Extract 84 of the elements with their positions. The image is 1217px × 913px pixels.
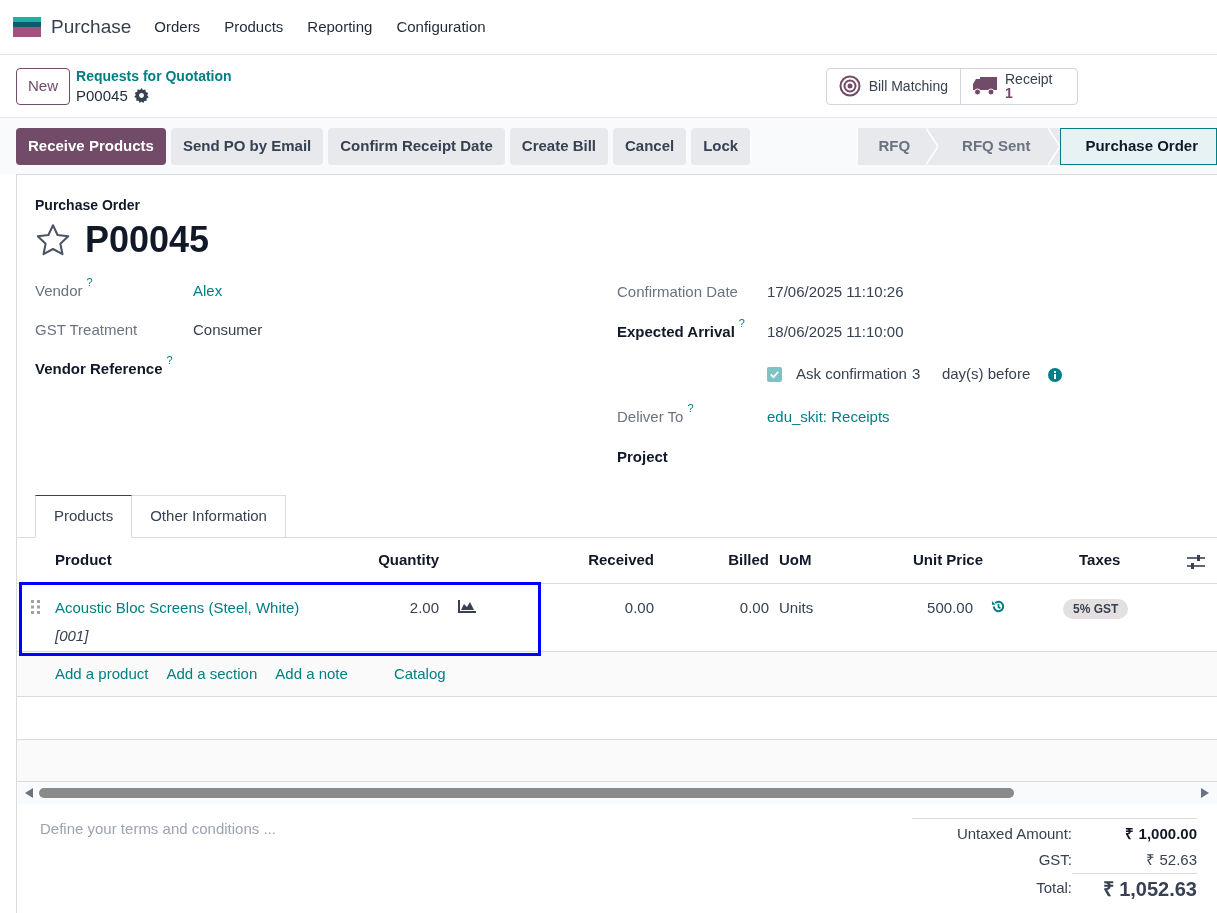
menu-item[interactable]: Reporting bbox=[307, 15, 373, 39]
total-value: ₹ 52.63 bbox=[1145, 849, 1197, 870]
status-step[interactable]: RFQ Sent bbox=[938, 127, 1049, 165]
sliders-icon bbox=[1187, 554, 1205, 570]
field-label: Vendor bbox=[35, 281, 83, 302]
field-value: 18/06/2025 11:10:00 bbox=[767, 321, 904, 342]
field-value: day(s) before bbox=[941, 364, 1031, 385]
breadcrumb-link[interactable]: Requests for Quotation bbox=[76, 67, 232, 86]
check-icon bbox=[769, 369, 780, 380]
action-button[interactable]: Cancel bbox=[613, 127, 687, 165]
smart-button[interactable]: Receipt 1 bbox=[960, 68, 1077, 104]
area-chart-icon bbox=[458, 600, 476, 613]
chevron-icon bbox=[926, 127, 939, 165]
checkbox-label: Ask confirmation bbox=[796, 364, 907, 385]
help-tooltip-icon[interactable]: ? bbox=[738, 317, 745, 329]
vendor-link[interactable]: Alex bbox=[193, 280, 223, 303]
tab[interactable]: Products bbox=[35, 495, 133, 538]
star-icon[interactable] bbox=[35, 223, 71, 257]
info-icon bbox=[1048, 367, 1063, 382]
scroll-left-icon[interactable] bbox=[25, 788, 33, 798]
column-header[interactable]: Billed bbox=[654, 549, 769, 572]
field-label: Project bbox=[617, 446, 668, 467]
scrollbar-thumb[interactable] bbox=[39, 788, 1014, 798]
form-subtitle: Purchase Order bbox=[35, 196, 142, 215]
record-name: P00045 bbox=[76, 86, 128, 105]
tab[interactable]: Other Information bbox=[132, 495, 286, 538]
truck-icon bbox=[973, 76, 997, 96]
help-tooltip-icon[interactable]: ? bbox=[86, 277, 93, 289]
column-header[interactable]: Quantity bbox=[227, 549, 439, 572]
help-tooltip-icon[interactable]: ? bbox=[166, 355, 173, 367]
action-button[interactable]: Create Bill bbox=[509, 127, 608, 165]
field-value: 3 bbox=[911, 364, 922, 385]
reset-arrow-icon bbox=[991, 599, 1006, 614]
drag-handle-icon bbox=[31, 600, 40, 614]
smart-button[interactable]: Bill Matching bbox=[826, 68, 960, 104]
field-value: Consumer bbox=[193, 320, 263, 341]
checkbox[interactable] bbox=[767, 367, 782, 382]
action-button[interactable]: Receive Products bbox=[16, 127, 166, 165]
status-step[interactable]: RFQ bbox=[858, 127, 927, 165]
total-label: GST: bbox=[1037, 849, 1072, 870]
menu-item[interactable]: Orders bbox=[154, 15, 201, 39]
field-label: Vendor Reference bbox=[35, 359, 163, 380]
status-step[interactable]: Purchase Order bbox=[1060, 127, 1217, 165]
action-button[interactable]: Lock bbox=[691, 127, 751, 165]
table-cell-text: 2.00 bbox=[408, 598, 439, 618]
field-value: 17/06/2025 11:10:26 bbox=[767, 281, 904, 302]
field-label: Deliver To bbox=[617, 406, 684, 427]
product-code: [001] bbox=[55, 625, 90, 646]
product-link[interactable]: Acoustic Bloc Screens (Steel, White) bbox=[55, 597, 337, 620]
field-label: Confirmation Date bbox=[617, 281, 738, 302]
column-header[interactable]: Unit Price bbox=[869, 549, 983, 572]
tax-tag[interactable]: 5% GST bbox=[1063, 599, 1129, 619]
help-tooltip-icon[interactable]: ? bbox=[687, 402, 694, 414]
total-value: ₹ 1,000.00 bbox=[1124, 823, 1197, 844]
field-label: GST Treatment bbox=[35, 320, 138, 341]
add-link[interactable]: Add a product bbox=[55, 662, 149, 686]
column-header[interactable]: Taxes bbox=[983, 549, 1133, 572]
total-value: ₹ 1,052.63 bbox=[1072, 872, 1197, 904]
chevron-icon bbox=[1048, 127, 1061, 165]
menu-item[interactable]: Products bbox=[224, 15, 284, 39]
table-cell-text: 0.00 bbox=[738, 598, 769, 618]
app-name[interactable]: Purchase bbox=[51, 12, 132, 42]
app-logo-icon bbox=[13, 17, 41, 37]
total-label: Total: bbox=[1035, 877, 1072, 898]
location-link[interactable]: edu_skit: Receipts bbox=[767, 405, 890, 429]
target-icon bbox=[838, 75, 861, 97]
action-button[interactable]: Send PO by Email bbox=[170, 127, 324, 165]
scroll-right-icon[interactable] bbox=[1201, 788, 1209, 798]
table-cell-text: Units bbox=[778, 598, 815, 618]
menu-item[interactable]: Configuration bbox=[396, 15, 486, 39]
form-title: P00045 bbox=[85, 218, 210, 262]
table-cell-text: 500.00 bbox=[926, 598, 973, 618]
field-label: Expected Arrival bbox=[617, 321, 735, 342]
table-cell-text: 0.00 bbox=[623, 598, 654, 618]
column-header[interactable]: Received bbox=[439, 549, 654, 572]
column-header[interactable]: Product bbox=[17, 549, 227, 572]
total-label: Untaxed Amount: bbox=[955, 823, 1072, 844]
add-link[interactable]: Add a note bbox=[275, 662, 348, 686]
add-link[interactable]: Add a section bbox=[166, 662, 258, 686]
column-header[interactable]: UoM bbox=[769, 549, 869, 572]
add-link[interactable]: Catalog bbox=[393, 662, 446, 686]
new-button[interactable]: New bbox=[16, 67, 70, 105]
gear-icon bbox=[133, 88, 149, 103]
action-button[interactable]: Confirm Receipt Date bbox=[328, 127, 505, 165]
